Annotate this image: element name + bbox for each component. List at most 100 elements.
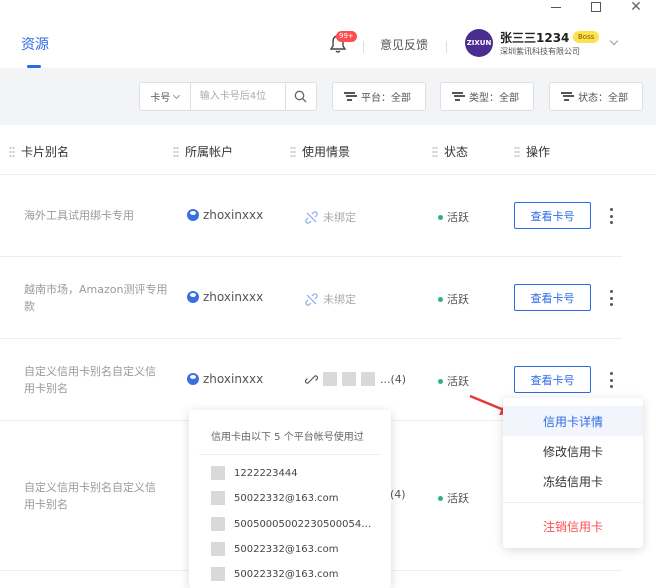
account-name: zhoxinxxx	[203, 372, 264, 386]
divider	[199, 454, 381, 455]
status-cell: 活跃	[438, 373, 469, 389]
view-card-button[interactable]: 查看卡号	[514, 284, 591, 311]
status-dot-icon	[438, 378, 443, 384]
usage-cell[interactable]: ...(4)	[305, 372, 406, 386]
tab-resource[interactable]: 资源	[21, 34, 49, 54]
column-actions[interactable]: 操作	[514, 143, 550, 160]
column-account[interactable]: 所属帐户	[173, 143, 233, 160]
status-cell: 活跃	[438, 291, 469, 307]
status-filter-label: 状态：全部	[578, 93, 628, 104]
more-icon[interactable]	[608, 372, 614, 388]
popover-title: 信用卡由以下 5 个平台帐号使用过	[211, 432, 364, 443]
username[interactable]: 张三三1234	[500, 29, 569, 46]
menu-item-edit-card[interactable]: 修改信用卡	[503, 436, 643, 466]
menu-item-cancel-card[interactable]: 注销信用卡	[503, 511, 643, 541]
status-cell: 活跃	[438, 209, 469, 225]
list-item: 50022332@163.com	[211, 542, 339, 556]
filter-bar: 卡号 平台：全部 类型：全部 状态：全部	[0, 68, 656, 125]
more-icon[interactable]	[608, 290, 614, 306]
usage-cell[interactable]: (4)	[390, 488, 406, 501]
column-label: 操作	[526, 145, 551, 159]
platform-icon	[211, 466, 225, 480]
card-alias: 海外工具试用绑卡专用	[24, 209, 134, 222]
chevron-down-icon[interactable]	[609, 36, 619, 46]
menu-item-card-details[interactable]: 信用卡详情	[503, 406, 643, 436]
filter-icon	[452, 92, 463, 101]
feedback-link[interactable]: 意见反馈	[380, 36, 428, 53]
platform-icon	[211, 491, 225, 505]
platform-icon	[211, 542, 225, 556]
type-filter-label: 类型：全部	[469, 93, 519, 104]
account-cell: zhoxinxxx	[187, 290, 263, 304]
more-icon[interactable]	[608, 208, 614, 224]
chevron-down-icon	[173, 91, 181, 99]
company-name: 深圳紫讯科技有限公司	[500, 47, 580, 56]
menu-item-freeze-card[interactable]: 冻结信用卡	[503, 466, 643, 496]
drag-handle-icon[interactable]	[173, 145, 179, 158]
user-icon	[187, 291, 199, 303]
search-input[interactable]	[190, 83, 285, 110]
search-field-select[interactable]: 卡号	[140, 83, 191, 110]
card-alias: 自定义信用卡别名自定义信用卡别名	[24, 365, 156, 395]
usage-popover: 信用卡由以下 5 个平台帐号使用过 1222223444 50022332@16…	[189, 410, 391, 588]
list-item: 50022332@163.com	[211, 567, 339, 581]
status-cell: 活跃	[438, 490, 469, 506]
status-text: 活跃	[447, 375, 469, 388]
type-filter[interactable]: 类型：全部	[440, 82, 534, 111]
usage-count: ...(4)	[380, 372, 407, 386]
list-item: 50022332@163.com	[211, 491, 339, 505]
search-icon	[295, 90, 307, 103]
window-controls: ✕	[536, 0, 656, 14]
platform-icon	[211, 567, 225, 581]
column-status[interactable]: 状态	[432, 143, 468, 160]
usage-cell: 未绑定	[305, 209, 356, 225]
table-header: 卡片别名 所属帐户 使用情景 状态 操作	[0, 125, 656, 175]
minimize-icon[interactable]	[536, 0, 576, 14]
search-field-label: 卡号	[150, 93, 171, 104]
notification-badge: 99+	[336, 31, 357, 42]
column-alias[interactable]: 卡片别名	[9, 143, 69, 160]
maximize-icon[interactable]	[576, 0, 616, 14]
link-icon	[305, 374, 318, 384]
platform-icon	[342, 372, 356, 386]
status-filter[interactable]: 状态：全部	[549, 82, 643, 111]
divider	[503, 502, 643, 503]
table-row: 海外工具试用绑卡专用 zhoxinxxx 未绑定 活跃 查看卡号	[0, 175, 622, 257]
top-header: 资源 99+ 意见反馈 ZIXUN 张三三1234 Boss 深圳紫讯科技有限公…	[0, 14, 656, 68]
table-row: 越南市场，Amazon测评专用款 zhoxinxxx 未绑定 活跃 查看卡号	[0, 257, 622, 339]
column-label: 所属帐户	[185, 145, 234, 159]
column-label: 卡片别名	[21, 145, 70, 159]
drag-handle-icon[interactable]	[432, 145, 438, 158]
avatar[interactable]: ZIXUN	[465, 29, 493, 57]
drag-handle-icon[interactable]	[9, 145, 15, 158]
close-icon[interactable]: ✕	[616, 0, 656, 14]
platform-filter[interactable]: 平台：全部	[332, 82, 426, 111]
account-name: zhoxinxxx	[203, 208, 264, 222]
account-cell: zhoxinxxx	[187, 372, 263, 386]
usage-text: 未绑定	[323, 293, 356, 306]
column-usage[interactable]: 使用情景	[290, 143, 350, 160]
search-button[interactable]	[284, 83, 316, 110]
account-name: zhoxinxxx	[203, 290, 264, 304]
account-cell: zhoxinxxx	[187, 208, 263, 222]
account-label: 50022332@163.com	[234, 568, 339, 580]
drag-handle-icon[interactable]	[290, 145, 296, 158]
card-alias: 自定义信用卡别名自定义信用卡别名	[24, 481, 156, 511]
usage-count: (4)	[390, 488, 406, 501]
column-label: 使用情景	[302, 145, 351, 159]
unlink-icon	[305, 210, 318, 224]
platform-icon	[361, 372, 375, 386]
status-text: 活跃	[447, 293, 469, 306]
view-card-button[interactable]: 查看卡号	[514, 202, 591, 229]
list-item: 1222223444	[211, 466, 298, 480]
status-dot-icon	[438, 296, 443, 302]
view-card-button[interactable]: 查看卡号	[514, 366, 591, 393]
account-label: 50050005002230500054…	[234, 518, 372, 530]
platform-filter-label: 平台：全部	[361, 93, 411, 104]
account-label: 1222223444	[234, 467, 298, 479]
column-label: 状态	[444, 145, 469, 159]
header-divider	[446, 41, 447, 53]
user-icon	[187, 373, 199, 385]
header-divider	[363, 41, 364, 53]
drag-handle-icon[interactable]	[514, 145, 520, 158]
